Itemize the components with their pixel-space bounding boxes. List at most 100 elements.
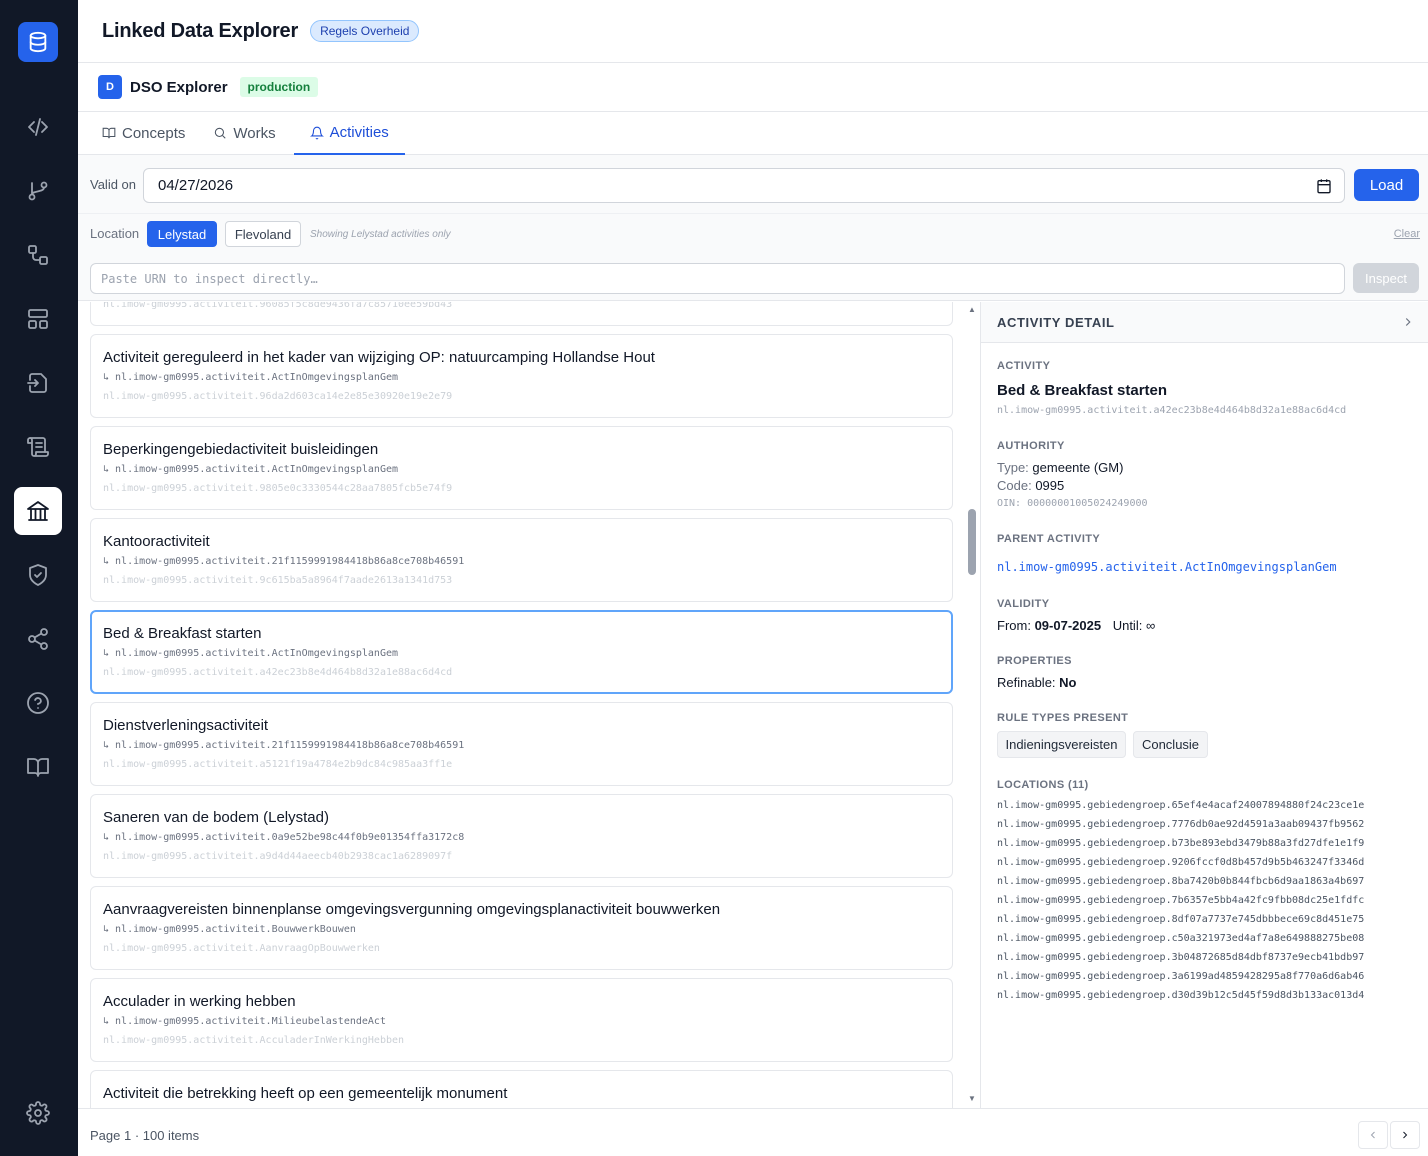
from-value: 09-07-2025 bbox=[1034, 618, 1102, 633]
scroll-up-icon[interactable]: ▲ bbox=[968, 305, 976, 314]
rule-types-section-label: RULE TYPES PRESENT bbox=[997, 712, 1129, 724]
list-item[interactable]: Activiteit die betrekking heeft op een g… bbox=[90, 1070, 953, 1108]
tab-activities[interactable]: Activities bbox=[293, 112, 405, 155]
book-icon[interactable] bbox=[14, 743, 62, 791]
database-icon[interactable] bbox=[18, 22, 58, 62]
landmark-icon[interactable] bbox=[14, 487, 62, 535]
location-item: nl.imow-gm0995.gebiedengroep.7b6357e5bb4… bbox=[997, 895, 1365, 906]
layout-icon[interactable] bbox=[14, 295, 62, 343]
activity-title: Beperkingengebiedactiviteit buisleidinge… bbox=[103, 441, 379, 458]
activity-urn: nl.imow-gm0995.activiteit.a9d4d44aeecb40… bbox=[103, 851, 453, 862]
activity-name: Bed & Breakfast starten bbox=[997, 382, 1168, 399]
settings-icon[interactable] bbox=[14, 1089, 62, 1137]
urn-inspect-row: Paste URN to inspect directly… Inspect bbox=[78, 255, 1428, 301]
activity-title: Saneren van de bodem (Lelystad) bbox=[103, 809, 329, 826]
book-open-icon bbox=[102, 127, 116, 139]
location-note: Showing Lelystad activities only bbox=[310, 229, 451, 240]
tab-label: Concepts bbox=[122, 124, 186, 142]
activity-section-label: ACTIVITY bbox=[997, 360, 1051, 372]
activity-parent: ↳ nl.imow-gm0995.activiteit.ActInOmgevin… bbox=[103, 648, 399, 659]
until-key: Until: bbox=[1112, 618, 1143, 633]
parent-section-label: PARENT ACTIVITY bbox=[997, 533, 1101, 545]
bell-icon bbox=[309, 126, 324, 139]
list-item[interactable]: Aanvraagvereisten binnenplanse omgevings… bbox=[90, 886, 953, 970]
chevron-right-icon[interactable] bbox=[1401, 315, 1415, 329]
activity-urn: nl.imow-gm0995.activiteit.a42ec23b8e4d46… bbox=[103, 667, 453, 678]
chevron-right-icon bbox=[1403, 1131, 1408, 1139]
location-item: nl.imow-gm0995.gebiedengroep.8ba7420b0b8… bbox=[997, 876, 1365, 887]
until-value: ∞ bbox=[1145, 618, 1156, 633]
load-button[interactable]: Load bbox=[1354, 169, 1419, 201]
list-item[interactable]: Kantooractiviteit ↳ nl.imow-gm0995.activ… bbox=[90, 518, 953, 602]
detail-header: ACTIVITY DETAIL bbox=[981, 302, 1428, 343]
pagination-footer: Page 1 · 100 items bbox=[78, 1108, 1428, 1156]
list-item[interactable]: nl.imow-gm0995.activiteit.96085f5c8de943… bbox=[90, 302, 953, 326]
location-item: nl.imow-gm0995.gebiedengroep.65ef4e4acaf… bbox=[997, 800, 1365, 811]
import-icon[interactable] bbox=[14, 359, 62, 407]
calendar-icon[interactable] bbox=[1316, 178, 1332, 194]
tab-works[interactable]: Works bbox=[203, 112, 285, 154]
clear-location-link[interactable]: Clear bbox=[1394, 228, 1420, 240]
sidebar bbox=[0, 0, 78, 1156]
authority-code: Code: 0995 bbox=[997, 478, 1064, 493]
activity-parent: ↳ nl.imow-gm0995.activiteit.0a9e52be98c4… bbox=[103, 832, 465, 843]
activity-urn: nl.imow-gm0995.activiteit.a5121f19a4784e… bbox=[103, 759, 453, 770]
rule-type-chip: Conclusie bbox=[1133, 731, 1208, 758]
urn-input[interactable]: Paste URN to inspect directly… bbox=[90, 263, 1345, 294]
activity-detail-panel: ACTIVITY DETAIL ACTIVITY Bed & Breakfast… bbox=[980, 302, 1428, 1108]
scroll-down-icon[interactable]: ▼ bbox=[968, 1094, 976, 1103]
prev-page-button[interactable] bbox=[1358, 1121, 1388, 1149]
location-item: nl.imow-gm0995.gebiedengroep.7776db0ae92… bbox=[997, 819, 1365, 830]
activity-title: Kantooractiviteit bbox=[103, 533, 210, 550]
properties-section-label: PROPERTIES bbox=[997, 655, 1072, 667]
shield-check-icon[interactable] bbox=[14, 551, 62, 599]
date-value: 04/27/2026 bbox=[158, 177, 234, 194]
detail-title: ACTIVITY DETAIL bbox=[997, 315, 1115, 330]
environment-badge: production bbox=[239, 77, 319, 97]
type-key: Type: bbox=[997, 460, 1029, 475]
app-title: Linked Data Explorer bbox=[102, 19, 299, 42]
main-area: Linked Data Explorer Regels Overheid D D… bbox=[78, 0, 1428, 1156]
list-item[interactable]: Beperkingengebiedactiviteit buisleidinge… bbox=[90, 426, 953, 510]
activity-parent: ↳ nl.imow-gm0995.activiteit.ActInOmgevin… bbox=[103, 372, 399, 383]
location-item: nl.imow-gm0995.gebiedengroep.c50a321973e… bbox=[997, 933, 1365, 944]
activity-title: Activiteit die betrekking heeft op een g… bbox=[103, 1085, 508, 1102]
list-item[interactable]: Dienstverleningsactiviteit ↳ nl.imow-gm0… bbox=[90, 702, 953, 786]
help-icon[interactable] bbox=[14, 679, 62, 727]
refinable-value: Refinable: No bbox=[997, 675, 1077, 690]
code-key: Code: bbox=[997, 478, 1032, 493]
tab-concepts[interactable]: Concepts bbox=[92, 112, 195, 154]
workspace-bar: D DSO Explorer production bbox=[78, 63, 1428, 112]
next-page-button[interactable] bbox=[1390, 1121, 1420, 1149]
list-item[interactable]: Activiteit gereguleerd in het kader van … bbox=[90, 334, 953, 418]
list-item[interactable]: Saneren van de bodem (Lelystad) ↳ nl.imo… bbox=[90, 794, 953, 878]
scrollbar-thumb[interactable] bbox=[968, 509, 976, 575]
list-item-selected[interactable]: Bed & Breakfast starten ↳ nl.imow-gm0995… bbox=[90, 610, 953, 694]
location-lelystad-button[interactable]: Lelystad bbox=[147, 221, 217, 247]
location-item: nl.imow-gm0995.gebiedengroep.3b04872685d… bbox=[997, 952, 1365, 963]
valid-on-date-input[interactable]: 04/27/2026 bbox=[143, 168, 1345, 203]
validity-section-label: VALIDITY bbox=[997, 598, 1050, 610]
activity-urn: nl.imow-gm0995.activiteit.96da2d603ca14e… bbox=[103, 391, 453, 402]
workspace-name: DSO Explorer bbox=[130, 78, 228, 96]
scroll-icon[interactable] bbox=[14, 423, 62, 471]
code-icon[interactable] bbox=[14, 103, 62, 151]
list-item[interactable]: Acculader in werking hebben ↳ nl.imow-gm… bbox=[90, 978, 953, 1062]
location-label: Location bbox=[90, 226, 140, 241]
code-value: 0995 bbox=[1035, 478, 1065, 493]
activity-title: Bed & Breakfast starten bbox=[103, 625, 262, 642]
parent-activity-link[interactable]: nl.imow-gm0995.activiteit.ActInOmgevings… bbox=[997, 560, 1337, 574]
authority-type: Type: gemeente (GM) bbox=[997, 460, 1123, 475]
share-icon[interactable] bbox=[14, 615, 62, 663]
location-flevoland-button[interactable]: Flevoland bbox=[225, 221, 301, 247]
rule-type-chip: Indieningsvereisten bbox=[997, 731, 1126, 758]
activity-urn: nl.imow-gm0995.activiteit.9805e0c3330544… bbox=[103, 483, 453, 494]
location-item: nl.imow-gm0995.gebiedengroep.b73be893ebd… bbox=[997, 838, 1365, 849]
authority-section-label: AUTHORITY bbox=[997, 440, 1065, 452]
inspect-button[interactable]: Inspect bbox=[1353, 263, 1419, 293]
activity-urn: nl.imow-gm0995.activiteit.a42ec23b8e4d46… bbox=[997, 405, 1347, 416]
list-scrollbar[interactable] bbox=[964, 302, 978, 1108]
app-header: Linked Data Explorer Regels Overheid bbox=[78, 0, 1428, 63]
workflow-icon[interactable] bbox=[14, 231, 62, 279]
git-branch-icon[interactable] bbox=[14, 167, 62, 215]
